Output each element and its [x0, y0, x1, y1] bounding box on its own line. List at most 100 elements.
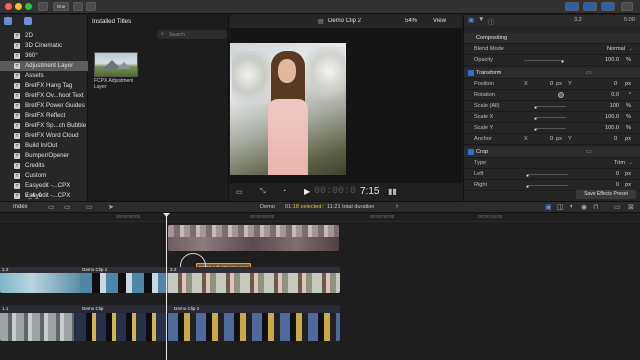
media-icon[interactable]	[4, 17, 12, 25]
video-inspector-icon[interactable]: ▣	[468, 16, 474, 24]
crop-right-slider-knob[interactable]: ●	[526, 182, 529, 193]
insert-clip-icon[interactable]: ▭	[64, 203, 71, 211]
download-icon[interactable]	[38, 2, 48, 11]
search-field[interactable]: ⌕ Search	[157, 30, 227, 39]
timeline-ruler[interactable]: 00:00:00:00 00:00:05:00 00:00:10:00 00:0…	[0, 213, 640, 222]
share-icon[interactable]	[621, 2, 633, 11]
audio-skimming-icon[interactable]: ◖	[569, 203, 573, 210]
titles-icon[interactable]	[24, 17, 32, 25]
workspace-button-2[interactable]	[583, 2, 597, 11]
transitions-browser-icon[interactable]: ⊠	[628, 203, 634, 211]
opacity-slider-track[interactable]	[524, 60, 564, 61]
scale-all-slider-track[interactable]	[536, 106, 566, 107]
view-menu[interactable]: View	[433, 18, 446, 24]
sidebar-item[interactable]: T Assets	[0, 71, 88, 81]
scale-all-value[interactable]: 100	[610, 101, 619, 112]
title-category-icon: T	[14, 33, 20, 39]
crop-onscreen-icon[interactable]: ▭	[586, 147, 592, 158]
crop-left-slider-track[interactable]	[528, 174, 568, 175]
scale-x-value[interactable]: 100.0	[605, 112, 619, 123]
position-x-value[interactable]: 0	[550, 79, 553, 90]
sidebar-item[interactable]: T BretFX Sp...ch Bubble	[0, 121, 88, 131]
adjustment-layer-thumbnail[interactable]	[94, 52, 138, 77]
info-icon[interactable]: ⓘ	[488, 16, 495, 26]
sidebar-item[interactable]: T BretFX Power Guides	[0, 101, 88, 111]
check-icon[interactable]	[86, 2, 96, 11]
sidebar-item[interactable]: T 3D Cinematic	[0, 41, 88, 51]
sidebar-item[interactable]: T Build In/Out	[0, 141, 88, 151]
scale-y-value[interactable]: 100.0	[605, 123, 619, 134]
anchor-y-value[interactable]: 0	[614, 134, 617, 145]
workspace-button-1[interactable]	[565, 2, 579, 11]
fullscreen-icon[interactable]: ▮▮	[388, 187, 397, 196]
viewer-timecode[interactable]: 7:15	[360, 186, 379, 197]
speed-icon[interactable]: ◔	[282, 188, 286, 195]
rotation-dial[interactable]	[558, 92, 564, 98]
sidebar-item[interactable]: T Credits	[0, 161, 88, 171]
sidebar-item[interactable]: T Easyedit -...CPX v_4_0	[0, 181, 88, 199]
index-button[interactable]: Index	[13, 204, 28, 210]
position-y-value[interactable]: 0	[614, 79, 617, 90]
playhead[interactable]	[166, 213, 167, 360]
anchor-x-value[interactable]: 0	[550, 134, 553, 145]
timeline[interactable]: 00:00:00:00 00:00:05:00 00:00:10:00 00:0…	[0, 213, 640, 360]
ruler-tick: 00:00:15:00	[478, 214, 503, 219]
transform-tool-icon[interactable]: ⤡	[260, 188, 266, 196]
sidebar-item[interactable]: T BretFX Ov...hoot Text	[0, 91, 88, 101]
library-badge[interactable]: One	[53, 2, 69, 11]
forward-icon[interactable]: ›	[396, 203, 398, 210]
position-x-axis: X	[524, 81, 528, 87]
crop-section[interactable]: Crop ▭	[464, 147, 640, 158]
storyline-lower[interactable]: 1.1 Demo Clip Demo Clip 2	[0, 305, 340, 341]
sidebar-item[interactable]: T BretFX Word Cloud	[0, 131, 88, 141]
crop-type-value[interactable]: Trim	[614, 158, 625, 169]
skimming-icon[interactable]: ◫	[557, 203, 564, 211]
overwrite-clip-icon[interactable]: ▭	[86, 203, 93, 211]
compositing-checkbox	[468, 35, 474, 41]
clip-appearance-icon[interactable]: ▣	[545, 203, 552, 211]
category-title[interactable]: Installed Titles	[92, 18, 131, 25]
opacity-value[interactable]: 100.0	[605, 55, 619, 66]
scale-y-label: Scale Y	[474, 125, 494, 131]
select-tool-icon[interactable]: ➤	[108, 203, 114, 211]
blend-mode-value[interactable]: Normal	[607, 44, 625, 55]
scale-x-slider-track[interactable]	[536, 117, 566, 118]
inspector-panel: ▣ ▼ ⓘ 3.2 5:00 Compositing Blend Mode No…	[463, 15, 640, 201]
storyline-upper[interactable]: 1.2 Demo Clip 1 3.2	[0, 267, 340, 293]
sidebar-item[interactable]: T Adjustment Layer	[0, 61, 88, 71]
solo-icon[interactable]: ◉	[581, 203, 587, 211]
position-label: Position	[474, 81, 494, 87]
opacity-slider-knob[interactable]: ●	[561, 57, 564, 68]
save-effects-preset-button[interactable]: Save Effects Preset	[576, 190, 636, 199]
key-icon[interactable]	[73, 2, 83, 11]
append-clip-icon[interactable]: ▭	[48, 203, 55, 211]
transform-checkbox[interactable]	[468, 70, 474, 76]
crop-left-value[interactable]: 0	[616, 169, 619, 180]
transform-onscreen-icon[interactable]: ▭	[586, 68, 592, 79]
sidebar-item[interactable]: T 2D	[0, 31, 88, 41]
close-window-button[interactable]	[5, 3, 12, 10]
zoom-window-button[interactable]	[25, 3, 32, 10]
crop-type-label: Type	[474, 160, 487, 166]
sidebar-item[interactable]: T 360°	[0, 51, 88, 61]
transform-section[interactable]: Transform ▭	[464, 68, 640, 79]
crop-right-slider-track[interactable]	[528, 185, 568, 186]
viewer-options-icon[interactable]: ▭	[236, 188, 243, 196]
connected-title-clip[interactable]	[168, 225, 339, 251]
crop-checkbox[interactable]	[468, 149, 474, 155]
scale-y-slider-track[interactable]	[536, 128, 566, 129]
minimize-window-button[interactable]	[15, 3, 22, 10]
sidebar-item[interactable]: TEasyedit -...CPX v_4_4	[0, 191, 88, 209]
play-icon[interactable]: ▶	[304, 187, 310, 196]
rotation-value[interactable]: 0.0	[611, 90, 619, 101]
compositing-section[interactable]: Compositing	[464, 33, 640, 44]
zoom-level[interactable]: 54%	[405, 18, 417, 24]
filter-icon[interactable]: ▼	[478, 16, 484, 23]
workspace-button-3[interactable]	[601, 2, 615, 11]
sidebar-item[interactable]: T Custom	[0, 171, 88, 181]
effects-browser-icon[interactable]: ▭	[614, 203, 621, 211]
sidebar-item[interactable]: T Bumper/Opener	[0, 151, 88, 161]
sidebar-item[interactable]: T BretFX Reflect	[0, 111, 88, 121]
snapping-icon[interactable]: ⊓	[593, 203, 598, 211]
sidebar-item[interactable]: T BretFX Hang Tag	[0, 81, 88, 91]
